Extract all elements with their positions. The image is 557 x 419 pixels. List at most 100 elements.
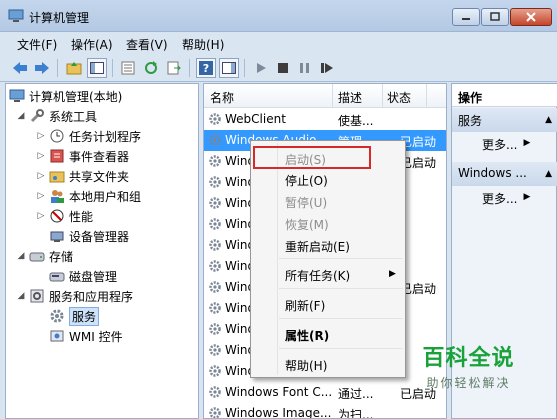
tree-item-shared-folders[interactable]: ▷ 共享文件夹 bbox=[36, 166, 129, 186]
arrow-left-icon bbox=[13, 62, 27, 74]
tree-item-performance[interactable]: ▷ 性能 bbox=[36, 206, 93, 226]
list-header: 名称 描述 状态 bbox=[204, 84, 446, 108]
actions-section-windows-audio[interactable]: Windows ... ▲ bbox=[452, 162, 557, 186]
watermark-subtitle: 助你轻松解决 bbox=[426, 376, 511, 390]
tree-item-wmi-control[interactable]: WMI 控件 bbox=[49, 326, 123, 346]
services-apps-icon bbox=[29, 288, 45, 304]
disk-icon bbox=[49, 268, 65, 284]
submenu-arrow-icon: ▶ bbox=[523, 138, 531, 148]
help-button[interactable]: ? bbox=[196, 58, 216, 78]
export-list-button[interactable] bbox=[118, 58, 138, 78]
tree-label: 系统工具 bbox=[49, 109, 98, 124]
menu-view[interactable]: 查看(V) bbox=[126, 36, 168, 53]
folder-up-icon bbox=[66, 62, 82, 75]
expand-arrow-icon[interactable]: ▷ bbox=[36, 131, 46, 141]
menu-action[interactable]: 操作(A) bbox=[71, 36, 113, 53]
tree-item-system-tools[interactable]: ◢ 系统工具 bbox=[16, 106, 97, 126]
maximize-icon bbox=[490, 12, 500, 21]
start-service-button[interactable] bbox=[251, 58, 271, 78]
minimize-button[interactable] bbox=[452, 8, 480, 26]
tree-item-local-users[interactable]: ▷ 本地用户和组 bbox=[36, 186, 141, 206]
tree-item-disk-management[interactable]: 磁盘管理 bbox=[49, 266, 117, 286]
gear-icon bbox=[208, 112, 222, 129]
collapse-triangle-icon: ▲ bbox=[545, 169, 552, 179]
more-actions-link[interactable]: 更多... ▶ bbox=[482, 136, 530, 153]
window-title: 计算机管理 bbox=[29, 11, 90, 25]
service-row[interactable]: WebClient 使基... bbox=[204, 109, 446, 130]
export-button[interactable] bbox=[164, 58, 184, 78]
menu-resume[interactable]: 恢复(M) bbox=[285, 216, 329, 233]
actions-section-services[interactable]: 服务 ▲ bbox=[452, 108, 557, 132]
show-hide-action-pane-button[interactable] bbox=[219, 58, 239, 78]
back-button[interactable] bbox=[10, 58, 30, 78]
restart-service-button[interactable] bbox=[317, 58, 337, 78]
menu-all-tasks[interactable]: 所有任务(K) bbox=[285, 267, 350, 284]
show-hide-tree-button[interactable] bbox=[87, 58, 107, 78]
stop-service-button[interactable] bbox=[273, 58, 293, 78]
collapse-arrow-icon[interactable]: ◢ bbox=[16, 251, 26, 261]
tree-root[interactable]: 计算机管理(本地) bbox=[9, 86, 122, 106]
menu-pause[interactable]: 暂停(U) bbox=[285, 194, 327, 211]
menu-refresh[interactable]: 刷新(F) bbox=[285, 297, 325, 314]
tree-label: WMI 控件 bbox=[69, 329, 123, 344]
column-name[interactable]: 名称 bbox=[210, 89, 234, 106]
expand-arrow-icon[interactable]: ▷ bbox=[36, 211, 46, 221]
column-status[interactable]: 状态 bbox=[387, 89, 411, 106]
gear-icon bbox=[208, 259, 222, 276]
menu-file[interactable]: 文件(F) bbox=[17, 36, 57, 53]
pause-service-button[interactable] bbox=[295, 58, 315, 78]
gear-icon bbox=[208, 343, 222, 360]
device-manager-icon bbox=[49, 228, 65, 244]
collapse-arrow-icon[interactable]: ◢ bbox=[16, 291, 26, 301]
tree-item-services-and-apps[interactable]: ◢ 服务和应用程序 bbox=[16, 286, 133, 306]
console-tree: 计算机管理(本地) ◢ 系统工具 ▷ 任务计划程序 ▷ 事件查看器 ▷ 共享文件… bbox=[5, 83, 199, 419]
tree-label: 事件查看器 bbox=[69, 149, 130, 164]
expand-arrow-icon[interactable]: ▷ bbox=[36, 151, 46, 161]
forward-button[interactable] bbox=[32, 58, 52, 78]
service-name: WebClient bbox=[225, 112, 286, 126]
tree-item-device-manager[interactable]: 设备管理器 bbox=[49, 226, 129, 246]
action-pane-icon bbox=[222, 62, 236, 74]
collapse-arrow-icon[interactable]: ◢ bbox=[16, 111, 26, 121]
expand-arrow-icon[interactable]: ▷ bbox=[36, 171, 46, 181]
tree-label: 共享文件夹 bbox=[69, 169, 130, 184]
up-folder-button[interactable] bbox=[64, 58, 84, 78]
tree-root-label: 计算机管理(本地) bbox=[29, 89, 123, 104]
column-description[interactable]: 描述 bbox=[338, 89, 362, 106]
maximize-button[interactable] bbox=[481, 8, 509, 26]
refresh-button[interactable] bbox=[141, 58, 161, 78]
service-description: 通过... bbox=[338, 387, 374, 401]
section-title: 服务 bbox=[458, 114, 483, 128]
menu-restart[interactable]: 重新启动(E) bbox=[285, 238, 350, 255]
svg-text:?: ? bbox=[203, 62, 209, 75]
tools-icon bbox=[29, 108, 45, 124]
event-viewer-icon bbox=[49, 148, 65, 164]
tree-label: 性能 bbox=[69, 209, 94, 224]
arrow-right-icon bbox=[35, 62, 49, 74]
tree-item-event-viewer[interactable]: ▷ 事件查看器 bbox=[36, 146, 129, 166]
gear-icon bbox=[208, 217, 222, 234]
expand-arrow-icon[interactable]: ▷ bbox=[36, 191, 46, 201]
storage-icon bbox=[29, 248, 45, 264]
tree-item-services[interactable]: 服务 bbox=[49, 306, 100, 326]
more-actions-link[interactable]: 更多... ▶ bbox=[482, 190, 530, 207]
close-icon bbox=[526, 12, 536, 22]
service-description: 为扫... bbox=[338, 408, 374, 419]
tree-label: 本地用户和组 bbox=[69, 189, 142, 204]
tree-label: 任务计划程序 bbox=[69, 129, 142, 144]
gear-icon bbox=[208, 322, 222, 339]
gear-icon bbox=[208, 385, 222, 402]
wmi-icon bbox=[49, 328, 65, 344]
tree-item-storage[interactable]: ◢ 存储 bbox=[16, 246, 73, 266]
menu-help[interactable]: 帮助(H) bbox=[182, 36, 224, 53]
tree-item-task-scheduler[interactable]: ▷ 任务计划程序 bbox=[36, 126, 141, 146]
menu-stop[interactable]: 停止(O) bbox=[285, 172, 328, 189]
more-label: 更多... bbox=[482, 138, 518, 152]
gear-icon bbox=[208, 364, 222, 381]
tree-label: 服务 bbox=[69, 306, 100, 326]
menu-properties[interactable]: 属性(R) bbox=[285, 327, 329, 344]
menu-help[interactable]: 帮助(H) bbox=[285, 357, 327, 374]
gear-icon bbox=[208, 154, 222, 171]
minimize-icon bbox=[462, 18, 470, 20]
close-button[interactable] bbox=[510, 8, 552, 26]
